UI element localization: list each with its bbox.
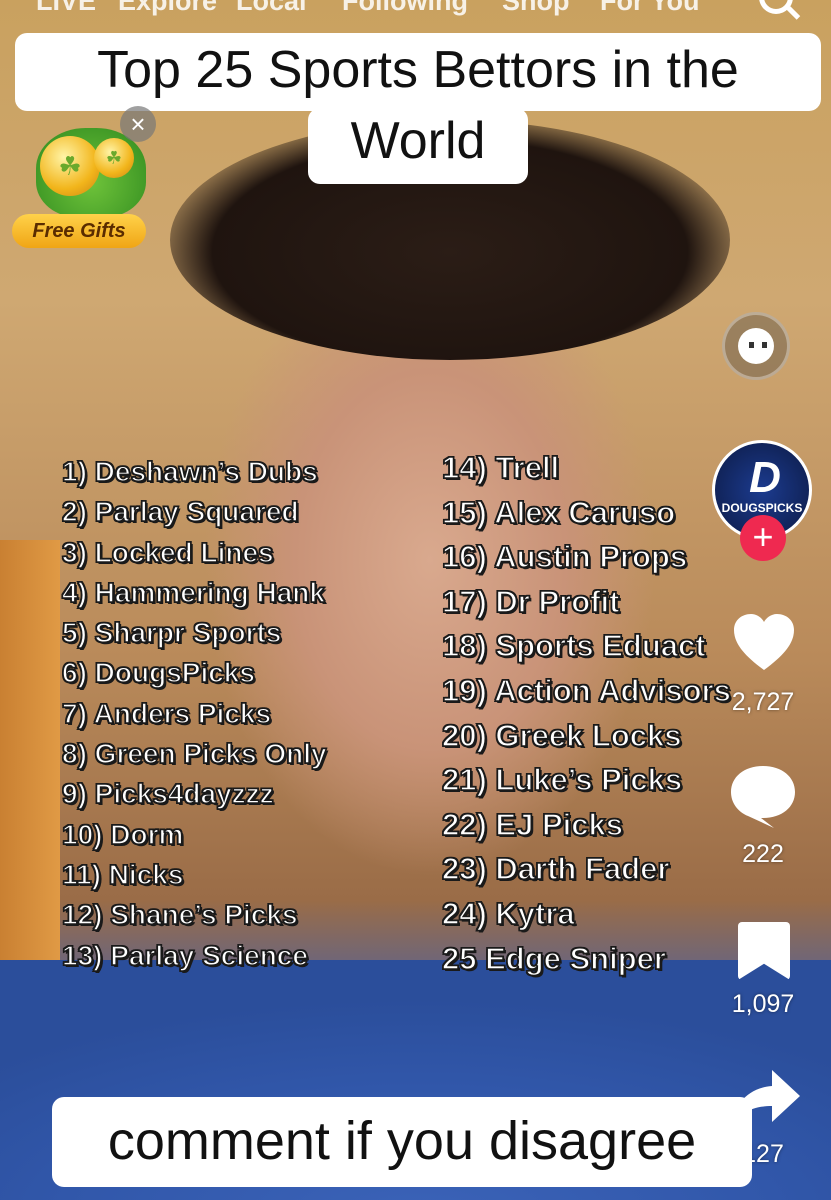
list-item: 15) Alex Caruso [441, 494, 676, 530]
avatar-name: DOUGSPICKS [721, 501, 803, 515]
list-item: 21) Luke’s Picks [441, 761, 683, 798]
tab-for-you[interactable]: For You [600, 0, 700, 17]
list-item: 19) Action Advisors [441, 672, 731, 708]
list-item: 11) Nicks [61, 858, 184, 891]
clover-coin-icon: ☘ [94, 138, 134, 178]
list-item: 3) Locked Lines [61, 536, 274, 569]
top-nav: LIVE Explore Local Following Shop For Yo… [0, 0, 831, 18]
ranking-list-right: 14) Trell 15) Alex Caruso 16) Austin Pro… [441, 446, 731, 981]
list-item: 13) Parlay Science [61, 939, 308, 972]
comment-icon[interactable] [728, 762, 798, 830]
list-item: 24) Kytra [441, 895, 575, 931]
free-gifts-label[interactable]: Free Gifts [12, 214, 146, 248]
list-item: 22) EJ Picks [441, 806, 623, 842]
heart-icon[interactable] [732, 612, 796, 676]
comment-count: 222 [742, 840, 784, 868]
list-item: 6) DougsPicks [61, 657, 255, 690]
ranking-list-left: 1) Deshawn’s Dubs 2) Parlay Squared 3) L… [61, 452, 327, 976]
list-item: 9) Picks4dayzzz [61, 778, 274, 811]
list-item: 12) Shane’s Picks [61, 899, 298, 932]
list-item: 17) Dr Profit [441, 583, 620, 619]
list-item: 2) Parlay Squared [61, 496, 299, 529]
list-item: 18) Sports Eduact [441, 628, 706, 664]
list-item: 10) Dorm [61, 818, 184, 851]
ai-chat-icon[interactable] [722, 312, 790, 380]
list-item: 8) Green Picks Only [61, 737, 327, 770]
background-door [0, 540, 60, 1020]
overlay-caption: comment if you disagree [52, 1097, 752, 1187]
clover-coin-icon: ☘ [40, 136, 100, 196]
tab-local[interactable]: Local [236, 0, 307, 17]
like-count: 2,727 [731, 688, 795, 716]
list-item: 5) Sharpr Sports [61, 616, 282, 649]
tab-explore[interactable]: Explore [118, 0, 217, 17]
follow-button[interactable]: + [740, 515, 786, 561]
tab-following[interactable]: Following [342, 0, 468, 17]
save-count: 1,097 [731, 990, 795, 1018]
list-item: 20) Greek Locks [441, 717, 682, 753]
tab-live[interactable]: LIVE [36, 0, 96, 17]
tab-shop[interactable]: Shop [502, 0, 570, 17]
close-icon[interactable]: × [120, 106, 156, 142]
list-item: 4) Hammering Hank [61, 576, 325, 609]
list-item: 25 Edge Sniper [441, 940, 666, 976]
list-item: 7) Anders Picks [61, 697, 272, 730]
list-item: 1) Deshawn’s Dubs [61, 455, 318, 488]
overlay-title-line-1: Top 25 Sports Bettors in the [15, 33, 821, 111]
list-item: 14) Trell [441, 449, 560, 485]
list-item: 16) Austin Props [441, 538, 688, 575]
overlay-title-line-2: World [308, 108, 528, 184]
list-item: 23) Darth Fader [441, 851, 670, 887]
avatar-letter: D [749, 453, 781, 502]
